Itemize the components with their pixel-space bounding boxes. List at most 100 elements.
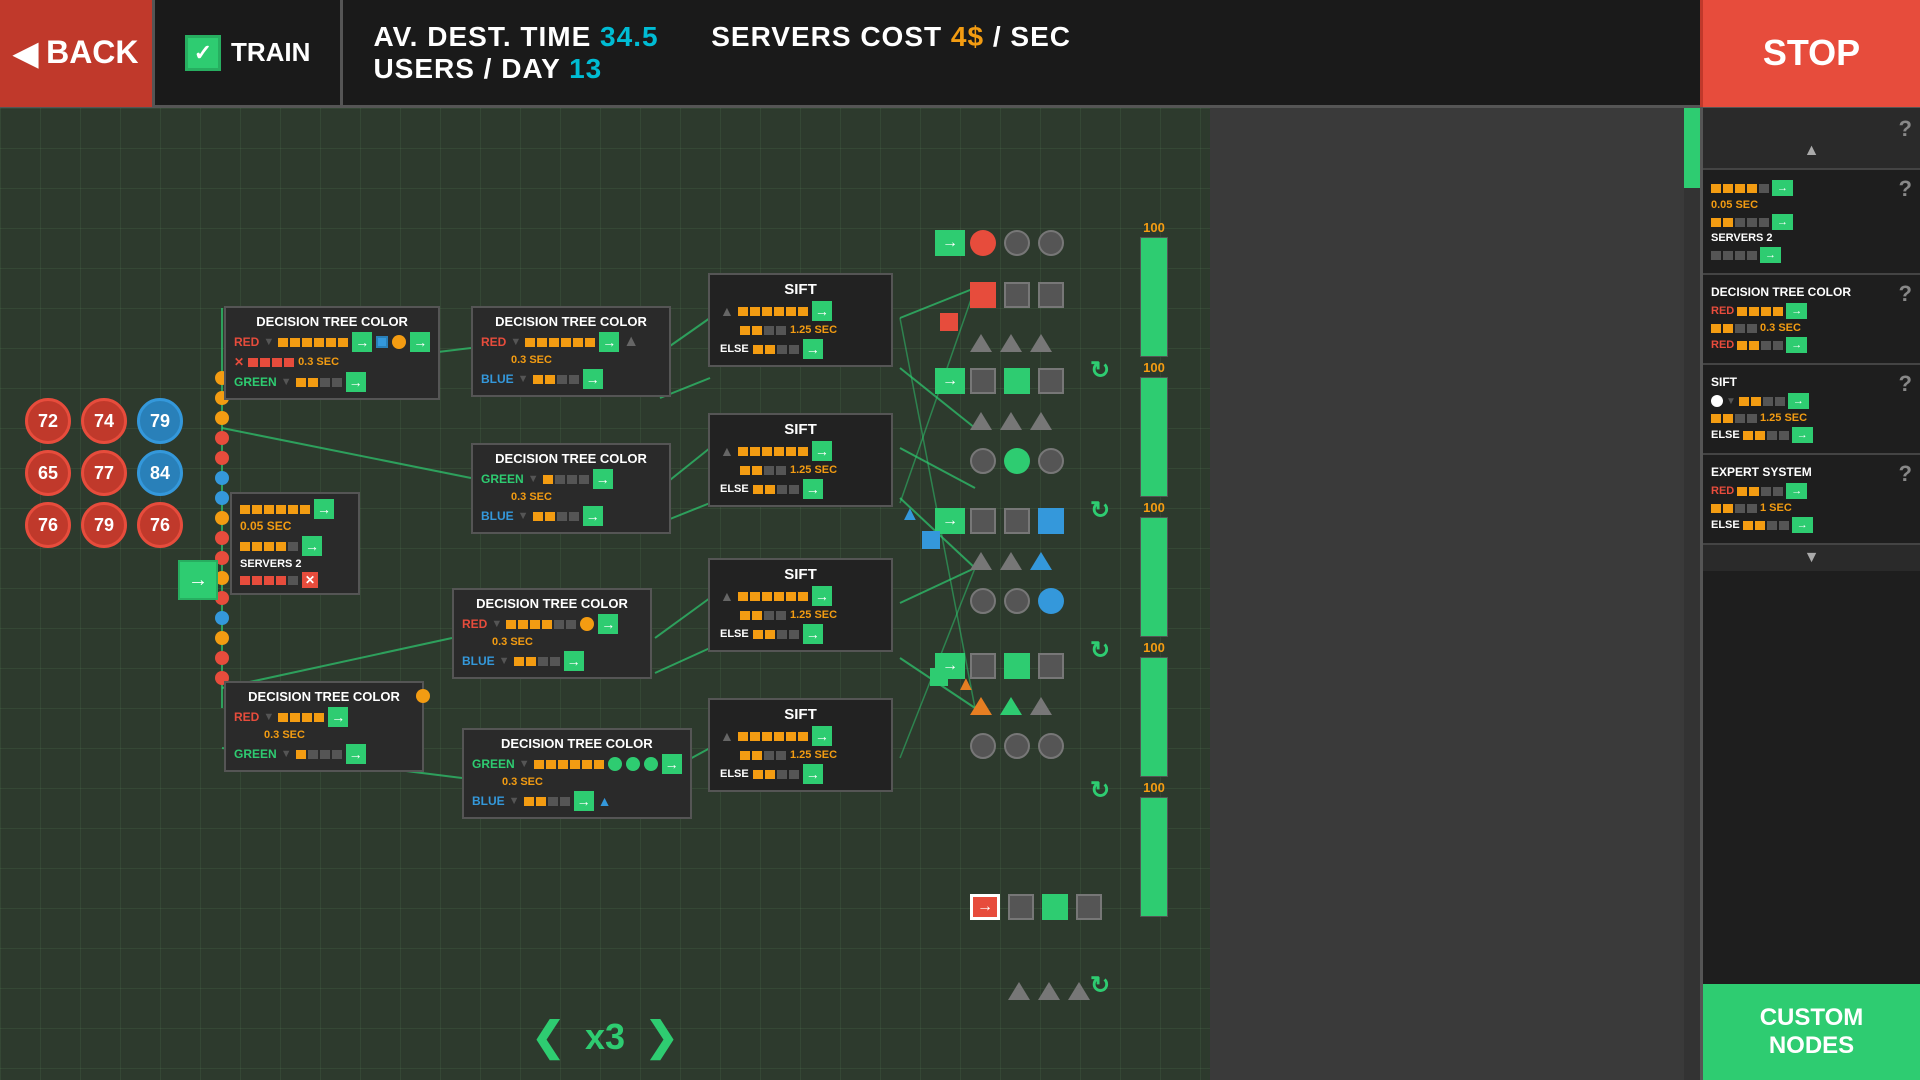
dt1-out1[interactable]: →	[352, 332, 372, 352]
circle-gray-7[interactable]	[970, 733, 996, 759]
dt5-out1[interactable]: →	[328, 707, 348, 727]
circle-gray-8[interactable]	[1004, 733, 1030, 759]
tri-gray-12[interactable]	[1068, 982, 1090, 1000]
sift2-out1[interactable]: →	[812, 441, 832, 461]
main-canvas[interactable]: 72 74 79 65 77 84 76 79 76 → → 0.05 SEC	[0, 108, 1210, 1080]
tri-gray-3[interactable]	[1030, 334, 1052, 352]
selector-arrow-5-out[interactable]: →	[970, 894, 1000, 920]
sift2-else: ELSE	[720, 483, 749, 495]
sq-gray-9[interactable]	[1008, 894, 1034, 920]
sift2-out2[interactable]: →	[803, 479, 823, 499]
dt3-out1[interactable]: →	[593, 469, 613, 489]
tri-blue-1[interactable]	[1030, 552, 1052, 570]
dt6-out1[interactable]: →	[662, 754, 682, 774]
prev-page-button[interactable]: ❮	[531, 1014, 565, 1060]
tri-gray-1[interactable]	[970, 334, 992, 352]
sq-gray-10[interactable]	[1076, 894, 1102, 920]
rp4-arrow1[interactable]: →	[1786, 483, 1807, 499]
rp3-arrow1[interactable]: →	[1788, 393, 1809, 409]
tri-gray-5[interactable]	[1000, 412, 1022, 430]
rp4-arrow2[interactable]: →	[1792, 517, 1813, 533]
tri-gray-10[interactable]	[1008, 982, 1030, 1000]
mini-info-arrow2[interactable]: →	[302, 536, 322, 556]
circle-red-1[interactable]	[970, 230, 996, 256]
question-icon-3: ?	[1899, 371, 1912, 397]
custom-nodes-button[interactable]: CUSTOMNODES	[1703, 984, 1920, 1080]
circle-gray-9[interactable]	[1038, 733, 1064, 759]
next-page-button[interactable]: ❯	[645, 1014, 679, 1060]
tri-gray-4[interactable]	[970, 412, 992, 430]
dt1-out3[interactable]: →	[346, 372, 366, 392]
scroll-up-button[interactable]: ? ▲	[1703, 108, 1920, 170]
dt6-title: DECISION TREE COLOR	[472, 736, 682, 751]
dt6-out2[interactable]: →	[574, 791, 594, 811]
refresh-icon-5[interactable]: ↻	[1090, 971, 1110, 1000]
stop-button[interactable]: STOP	[1700, 0, 1920, 107]
tri-gray-6[interactable]	[1030, 412, 1052, 430]
circle-gray-1[interactable]	[1004, 230, 1030, 256]
rp1-arrow2[interactable]: →	[1772, 214, 1793, 230]
sift1-out2[interactable]: →	[803, 339, 823, 359]
dt2-out1[interactable]: →	[599, 332, 619, 352]
rp1-arrow[interactable]: →	[1772, 180, 1793, 196]
refresh-icon-3[interactable]: ↻	[1090, 636, 1110, 665]
circle-gray-5[interactable]	[970, 588, 996, 614]
mini-info-arrow[interactable]: →	[314, 499, 334, 519]
rp1-arrow3[interactable]: →	[1760, 247, 1781, 263]
sift4-out2[interactable]: →	[803, 764, 823, 784]
train-button[interactable]: ✓ TRAIN	[155, 0, 343, 107]
dt5-out2[interactable]: →	[346, 744, 366, 764]
selector-arrow-2[interactable]: →	[935, 368, 965, 394]
sift3-out1[interactable]: →	[812, 586, 832, 606]
circle-gray-6[interactable]	[1004, 588, 1030, 614]
circle-gray-2[interactable]	[1038, 230, 1064, 256]
dt4-out2[interactable]: →	[564, 651, 584, 671]
sq-gray-6[interactable]	[1004, 508, 1030, 534]
sq-gray-1[interactable]	[1004, 282, 1030, 308]
rp2-arrow1[interactable]: →	[1786, 303, 1807, 319]
avatar-74: 74	[81, 398, 127, 444]
scroll-up-arrow-icon[interactable]: ▲	[1711, 142, 1912, 160]
sq-red-1[interactable]	[970, 282, 996, 308]
tri-gray-9[interactable]	[1030, 697, 1052, 715]
dt4-out1[interactable]: →	[598, 614, 618, 634]
dt1-out2[interactable]: →	[410, 332, 430, 352]
tri-gray-8[interactable]	[1000, 552, 1022, 570]
rp3-arrow2[interactable]: →	[1792, 427, 1813, 443]
circle-gray-4[interactable]	[1038, 448, 1064, 474]
tri-gray-2[interactable]	[1000, 334, 1022, 352]
tri-green-1[interactable]	[1000, 697, 1022, 715]
refresh-icon-1[interactable]: ↻	[1090, 356, 1110, 385]
dt3-out2[interactable]: →	[583, 506, 603, 526]
sq-gray-3[interactable]	[970, 368, 996, 394]
circle-gray-3[interactable]	[970, 448, 996, 474]
scroll-down-button[interactable]: ▼	[1703, 545, 1920, 571]
sift4-out1[interactable]: →	[812, 726, 832, 746]
tri-gray-7[interactable]	[970, 552, 992, 570]
sq-green-3[interactable]	[1042, 894, 1068, 920]
tri-orange-1[interactable]	[970, 697, 992, 715]
tri-gray-11[interactable]	[1038, 982, 1060, 1000]
refresh-icon-4[interactable]: ↻	[1090, 776, 1110, 805]
rp2-arrow2[interactable]: →	[1786, 337, 1807, 353]
refresh-icon-2[interactable]: ↻	[1090, 496, 1110, 525]
avatar-79b: 79	[81, 502, 127, 548]
circle-green-1[interactable]	[1004, 448, 1030, 474]
flow-arrow-button[interactable]: →	[178, 560, 218, 600]
sq-gray-4[interactable]	[1038, 368, 1064, 394]
sq-green-2[interactable]	[1004, 653, 1030, 679]
back-button[interactable]: ◀ BACK	[0, 0, 155, 107]
sq-gray-2[interactable]	[1038, 282, 1064, 308]
sift3-out2[interactable]: →	[803, 624, 823, 644]
sq-green-1[interactable]	[1004, 368, 1030, 394]
sq-gray-8[interactable]	[1038, 653, 1064, 679]
sift-node-3: SIFT ▲ → 1.25 SEC ELSE	[708, 558, 893, 652]
selector-arrow-1[interactable]: →	[935, 230, 965, 256]
dt2-out2[interactable]: →	[583, 369, 603, 389]
sift1-out1[interactable]: →	[812, 301, 832, 321]
sq-gray-5[interactable]	[970, 508, 996, 534]
circle-blue-1[interactable]	[1038, 588, 1064, 614]
dt3-sec: 0.3 SEC	[511, 491, 661, 503]
sq-blue-1[interactable]	[1038, 508, 1064, 534]
floating-sq-blue	[922, 531, 940, 549]
